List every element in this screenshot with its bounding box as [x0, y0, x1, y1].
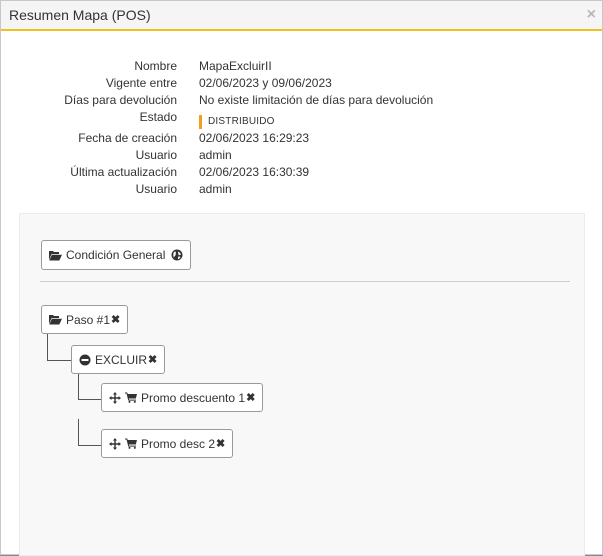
move-icon[interactable] — [109, 437, 121, 450]
modal-title: Resumen Mapa (POS) — [9, 7, 151, 23]
info-row-updater: Usuario admin — [1, 182, 602, 199]
validity-value: 02/06/2023 y 09/06/2023 — [199, 76, 332, 90]
updated-label: Última actualización — [70, 165, 177, 179]
remove-exclude-icon[interactable]: ✖ — [148, 353, 157, 366]
general-condition-label: Condición General — [66, 248, 166, 262]
promo-2-label: Promo desc 2 — [141, 436, 216, 451]
info-row-validity: Vigente entre 02/06/2023 y 09/06/2023 — [1, 76, 602, 93]
exclude-node[interactable]: EXCLUIR ✖ — [71, 345, 166, 374]
status-badge: DISTRIBUIDO — [199, 115, 275, 129]
remove-promo-1-icon[interactable]: ✖ — [246, 391, 255, 404]
step-node[interactable]: Paso #1 ✖ — [41, 305, 129, 334]
status-value-wrap: DISTRIBUIDO — [199, 113, 275, 129]
info-row-return-days: Días para devolución No existe limitació… — [1, 93, 602, 110]
cart-icon — [125, 392, 137, 403]
info-row-name: Nombre MapaExcluirII — [1, 59, 602, 76]
updater-value: admin — [199, 182, 232, 196]
updated-value: 02/06/2023 16:30:39 — [199, 165, 310, 179]
promo-node-2[interactable]: Promo desc 2 ✖ — [101, 429, 234, 458]
summary-modal: Resumen Mapa (POS) × Nombre MapaExcluirI… — [0, 0, 603, 556]
folder-open-icon — [49, 314, 62, 325]
status-label: Estado — [139, 110, 177, 124]
return-days-label: Días para devolución — [64, 93, 177, 107]
minus-circle-icon — [79, 354, 91, 366]
promo-node-1[interactable]: Promo descuento 1 ✖ — [101, 383, 264, 412]
rules-tree-panel: Condición General Paso #1 ✖ EXCLUIR ✖ Pr… — [19, 213, 585, 556]
remove-promo-2-icon[interactable]: ✖ — [216, 437, 225, 450]
info-row-created: Fecha de creación 02/06/2023 16:29:23 — [1, 131, 602, 148]
return-days-value: No existe limitación de días para devolu… — [199, 93, 434, 107]
connector-step-exclude — [47, 333, 72, 361]
info-row-status: Estado DISTRIBUIDO — [1, 110, 602, 131]
close-icon[interactable]: × — [587, 6, 596, 24]
info-row-creator: Usuario admin — [1, 148, 602, 165]
cart-icon — [125, 438, 137, 449]
connector-exclude-promo2 — [78, 419, 102, 446]
promo-1-label: Promo descuento 1 — [141, 390, 246, 405]
info-row-updated: Última actualización 02/06/2023 16:30:39 — [1, 165, 602, 182]
name-label: Nombre — [134, 59, 177, 73]
validity-label: Vigente entre — [105, 76, 177, 90]
creator-label: Usuario — [135, 148, 177, 162]
folder-open-icon — [49, 250, 62, 261]
updater-label: Usuario — [135, 182, 177, 196]
general-condition-node[interactable]: Condición General — [41, 240, 192, 270]
created-label: Fecha de creación — [78, 131, 177, 145]
created-value: 02/06/2023 16:29:23 — [199, 131, 310, 145]
tree-divider — [40, 281, 570, 282]
modal-header: Resumen Mapa (POS) × — [1, 1, 602, 31]
name-value: MapaExcluirII — [199, 59, 272, 73]
creator-value: admin — [199, 148, 232, 162]
map-info: Nombre MapaExcluirII Vigente entre 02/06… — [1, 59, 602, 199]
step-label: Paso #1 — [66, 312, 111, 327]
connector-exclude-promo1 — [78, 373, 102, 400]
remove-step-icon[interactable]: ✖ — [111, 313, 120, 326]
exclude-label: EXCLUIR — [95, 352, 148, 367]
globe-icon — [171, 249, 183, 261]
move-icon[interactable] — [109, 391, 121, 404]
